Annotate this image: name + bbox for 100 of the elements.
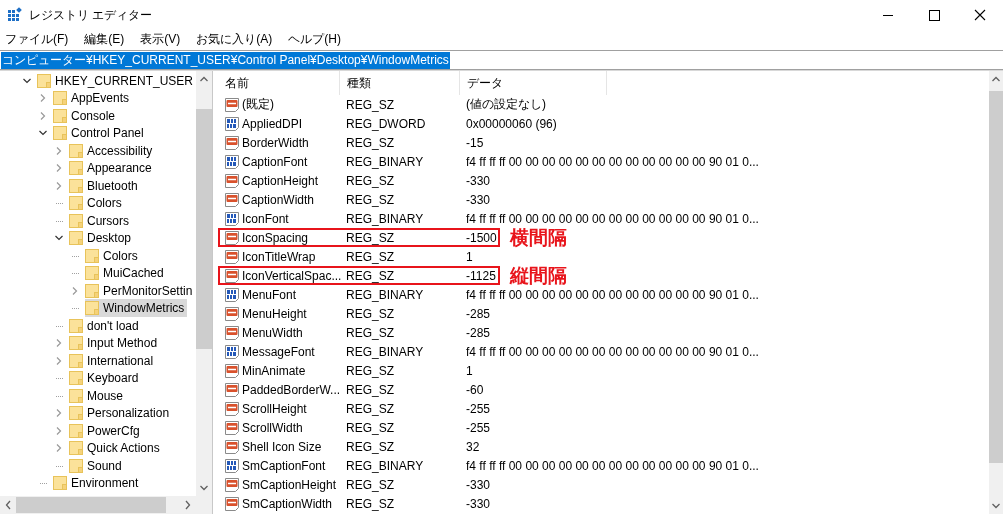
value-name[interactable]: MenuWidth (242, 325, 303, 340)
value-data: 32 (465, 439, 480, 454)
tree-label: Console (71, 108, 116, 123)
column-header[interactable]: データ (460, 71, 607, 95)
tree-item[interactable]: Environment (53, 474, 142, 493)
tree-item[interactable]: PerMonitorSettin (85, 281, 196, 300)
value-type: REG_SZ (345, 382, 395, 397)
value-data: -330 (465, 173, 491, 188)
tree-label: don't load (87, 318, 139, 333)
value-data: -330 (465, 496, 491, 511)
tree-item[interactable]: MuiCached (85, 264, 167, 283)
tree-label: AppEvents (71, 91, 130, 106)
scroll-thumb[interactable] (989, 91, 1003, 463)
tree-item[interactable]: Cursors (69, 211, 132, 230)
tree-item[interactable]: Sound (69, 456, 125, 475)
value-type: REG_SZ (345, 363, 395, 378)
tree-item[interactable]: International (69, 351, 157, 370)
tree-item[interactable]: Appearance (69, 159, 155, 178)
tree-item[interactable]: Quick Actions (69, 439, 163, 458)
menu-item[interactable]: ファイル(F) (5, 30, 77, 48)
tree-item[interactable]: Personalization (69, 404, 173, 423)
menu-item[interactable]: ヘルプ(H) (288, 30, 349, 48)
tree-label: Environment (71, 476, 139, 491)
tree-item[interactable]: Colors (85, 246, 141, 265)
value-name[interactable]: IconTitleWrap (242, 249, 316, 264)
scroll-thumb[interactable] (16, 497, 166, 513)
value-name[interactable]: IconSpacing (242, 230, 309, 245)
value-name[interactable]: MinAnimate (242, 363, 306, 378)
value-name[interactable]: (既定) (242, 96, 274, 113)
tree-label: Control Panel (71, 126, 144, 141)
menu-item[interactable]: 表示(V) (140, 30, 189, 48)
value-name[interactable]: AppliedDPI (242, 116, 303, 131)
tree-item[interactable]: Console (53, 106, 119, 125)
tree-item[interactable]: Mouse (69, 386, 127, 405)
tree-item[interactable]: Bluetooth (69, 176, 141, 195)
tree-label: Mouse (87, 388, 124, 403)
tree-label: Quick Actions (87, 441, 160, 456)
folder-icon (69, 387, 83, 404)
address-text: コンピューター¥HKEY_CURRENT_USER¥Control Panel¥Desktop¥WindowMetrics (1, 51, 450, 69)
scrollbar[interactable] (196, 71, 212, 496)
value-data: f4 ff ff ff 00 00 00 00 00 00 00 00 00 00 00 00 90 01 0... (465, 287, 759, 302)
tree-item[interactable]: WindowMetrics (85, 299, 188, 318)
tree-item[interactable]: Input Method (69, 334, 161, 353)
value-name[interactable]: CaptionHeight (242, 173, 319, 188)
tree-item[interactable]: PowerCfg (69, 421, 143, 440)
folder-icon (69, 440, 83, 457)
value-type: REG_SZ (345, 268, 395, 283)
tree-label: MuiCached (103, 266, 164, 281)
value-name[interactable]: PaddedBorderW... (242, 382, 341, 397)
value-name[interactable]: ScrollWidth (242, 420, 303, 435)
value-type: REG_BINARY (345, 458, 425, 473)
tree-item[interactable]: Desktop (69, 229, 135, 248)
value-name[interactable]: SmCaptionWidth (242, 496, 333, 511)
menu-item[interactable]: 編集(E) (84, 30, 133, 48)
tree-item[interactable]: AppEvents (53, 89, 133, 108)
folder-icon (85, 247, 99, 264)
scroll-thumb[interactable] (196, 109, 212, 349)
folder-icon (69, 457, 83, 474)
folder-icon (69, 160, 83, 177)
value-name[interactable]: ScrollHeight (242, 401, 307, 416)
folder-icon (69, 317, 83, 334)
tree-item[interactable]: don't load (69, 316, 142, 335)
address-field[interactable]: コンピューター¥HKEY_CURRENT_USER¥Control Panel¥Desktop¥WindowMetrics (0, 50, 1003, 70)
value-name[interactable]: SmCaptionFont (242, 458, 326, 473)
value-type: REG_SZ (345, 306, 395, 321)
value-type: REG_SZ (345, 192, 395, 207)
value-name[interactable]: Shell Icon Size (242, 439, 322, 454)
value-type: REG_BINARY (345, 154, 425, 169)
value-name[interactable]: MessageFont (242, 344, 315, 359)
value-data: f4 ff ff ff 00 00 00 00 00 00 00 00 00 00 00 00 90 01 0... (465, 458, 759, 473)
value-type: REG_SZ (345, 97, 395, 112)
tree-item[interactable]: Control Panel (53, 124, 147, 143)
value-data: -1500 (465, 230, 498, 245)
value-name[interactable]: BorderWidth (242, 135, 309, 150)
value-name[interactable]: CaptionFont (242, 154, 308, 169)
value-name[interactable]: IconVerticalSpac... (242, 268, 342, 283)
annotation-label: 横間隔 (510, 228, 567, 247)
column-header[interactable]: 名前 (218, 71, 340, 95)
tree-label: WindowMetrics (103, 301, 185, 316)
scrollbar[interactable] (0, 496, 212, 514)
value-name[interactable]: MenuFont (242, 287, 297, 302)
folder-icon (85, 300, 99, 317)
column-header[interactable]: 種類 (340, 71, 460, 95)
value-data: 0x00000060 (96) (465, 116, 557, 131)
value-name[interactable]: IconFont (242, 211, 289, 226)
tree-item[interactable]: Accessibility (69, 141, 156, 160)
tree-item[interactable]: HKEY_CURRENT_USER (37, 71, 196, 90)
value-name[interactable]: MenuHeight (242, 306, 307, 321)
tree-item[interactable]: Keyboard (69, 369, 142, 388)
tree-label: Bluetooth (87, 178, 138, 193)
value-type: REG_SZ (345, 249, 395, 264)
value-type: REG_SZ (345, 439, 395, 454)
menu-item[interactable]: お気に入り(A) (196, 30, 281, 48)
tree-label: Accessibility (87, 143, 153, 158)
value-name[interactable]: CaptionWidth (242, 192, 315, 207)
annotation-label: 縦間隔 (510, 266, 567, 285)
value-data: -285 (465, 306, 491, 321)
tree-item[interactable]: Colors (69, 194, 125, 213)
value-name[interactable]: SmCaptionHeight (242, 477, 337, 492)
scrollbar[interactable] (989, 71, 1003, 514)
